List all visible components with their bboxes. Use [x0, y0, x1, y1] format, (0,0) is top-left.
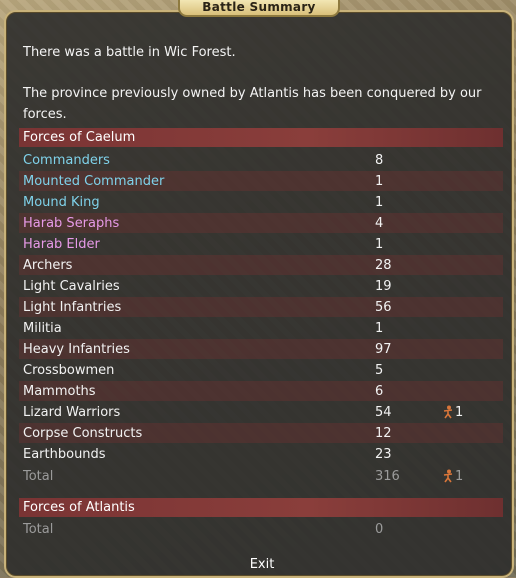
unit-count: 5 [375, 363, 384, 378]
unit-count: 28 [375, 258, 392, 273]
unit-name: Lizard Warriors [23, 405, 121, 420]
unit-name: Militia [23, 321, 62, 336]
unit-name: Corpse Constructs [23, 426, 143, 441]
unit-count: 8 [375, 153, 384, 168]
unit-name: Light Infantries [23, 300, 122, 315]
caelum-total-row: Total 316 1 [19, 466, 503, 486]
battle-message: There was a battle in Wic Forest. [23, 45, 236, 60]
unit-name: Mounted Commander [23, 174, 165, 189]
forces-caelum-title: Forces of Caelum [23, 130, 136, 145]
forces-atlantis-title: Forces of Atlantis [23, 500, 135, 515]
unit-name: Earthbounds [23, 447, 106, 462]
unit-name: Light Cavalries [23, 279, 120, 294]
total-extra: 1 [442, 467, 463, 485]
unit-name: Mammoths [23, 384, 96, 399]
unit-row: Archers 28 [19, 255, 503, 275]
unit-count: 1 [375, 321, 384, 336]
total-extra-count: 1 [455, 468, 464, 484]
forces-caelum-header: Forces of Caelum [19, 128, 503, 147]
battle-summary-dialog: There was a battle in Wic Forest. The pr… [4, 10, 514, 578]
unit-row: Mounted Commander 1 [19, 171, 503, 191]
unit-count: 4 [375, 216, 384, 231]
unit-count: 1 [375, 174, 384, 189]
unit-count: 54 [375, 405, 392, 420]
casualty-figure-icon [443, 469, 453, 483]
unit-count: 1 [375, 237, 384, 252]
unit-name: Archers [23, 258, 73, 273]
unit-name: Harab Seraphs [23, 216, 120, 231]
unit-row: Light Cavalries 19 [19, 276, 503, 296]
unit-count: 12 [375, 426, 392, 441]
unit-row: Militia 1 [19, 318, 503, 338]
unit-row: Mound King 1 [19, 192, 503, 212]
conquest-message: The province previously owned by Atlanti… [23, 86, 482, 122]
unit-name: Heavy Infantries [23, 342, 130, 357]
unit-name: Crossbowmen [23, 363, 115, 378]
unit-count: 19 [375, 279, 392, 294]
unit-count: 6 [375, 384, 384, 399]
casualty-figure-icon [443, 405, 453, 419]
unit-extra-count: 1 [455, 404, 464, 420]
atlantis-total-row: Total 0 [19, 519, 503, 539]
unit-count: 97 [375, 342, 392, 357]
unit-name: Mound King [23, 195, 100, 210]
forces-atlantis-header: Forces of Atlantis [19, 498, 503, 517]
unit-count: 1 [375, 195, 384, 210]
unit-count: 56 [375, 300, 392, 315]
total-label: Total [23, 469, 54, 484]
unit-row: Commanders 8 [19, 150, 503, 170]
unit-row: Lizard Warriors 54 1 [19, 402, 503, 422]
dialog-title: Battle Summary [178, 0, 340, 17]
atlantis-total-label: Total [23, 522, 54, 537]
unit-count: 23 [375, 447, 392, 462]
unit-row: Heavy Infantries 97 [19, 339, 503, 359]
total-count: 316 [375, 469, 400, 484]
unit-name: Harab Elder [23, 237, 100, 252]
exit-button[interactable]: Exit [232, 555, 292, 575]
unit-row: Harab Elder 1 [19, 234, 503, 254]
unit-row: Light Infantries 56 [19, 297, 503, 317]
unit-row: Harab Seraphs 4 [19, 213, 503, 233]
atlantis-total-count: 0 [375, 522, 384, 537]
unit-row: Mammoths 6 [19, 381, 503, 401]
unit-row: Earthbounds 23 [19, 444, 503, 464]
unit-extra: 1 [442, 403, 463, 421]
unit-row: Corpse Constructs 12 [19, 423, 503, 443]
unit-name: Commanders [23, 153, 110, 168]
unit-row: Crossbowmen 5 [19, 360, 503, 380]
